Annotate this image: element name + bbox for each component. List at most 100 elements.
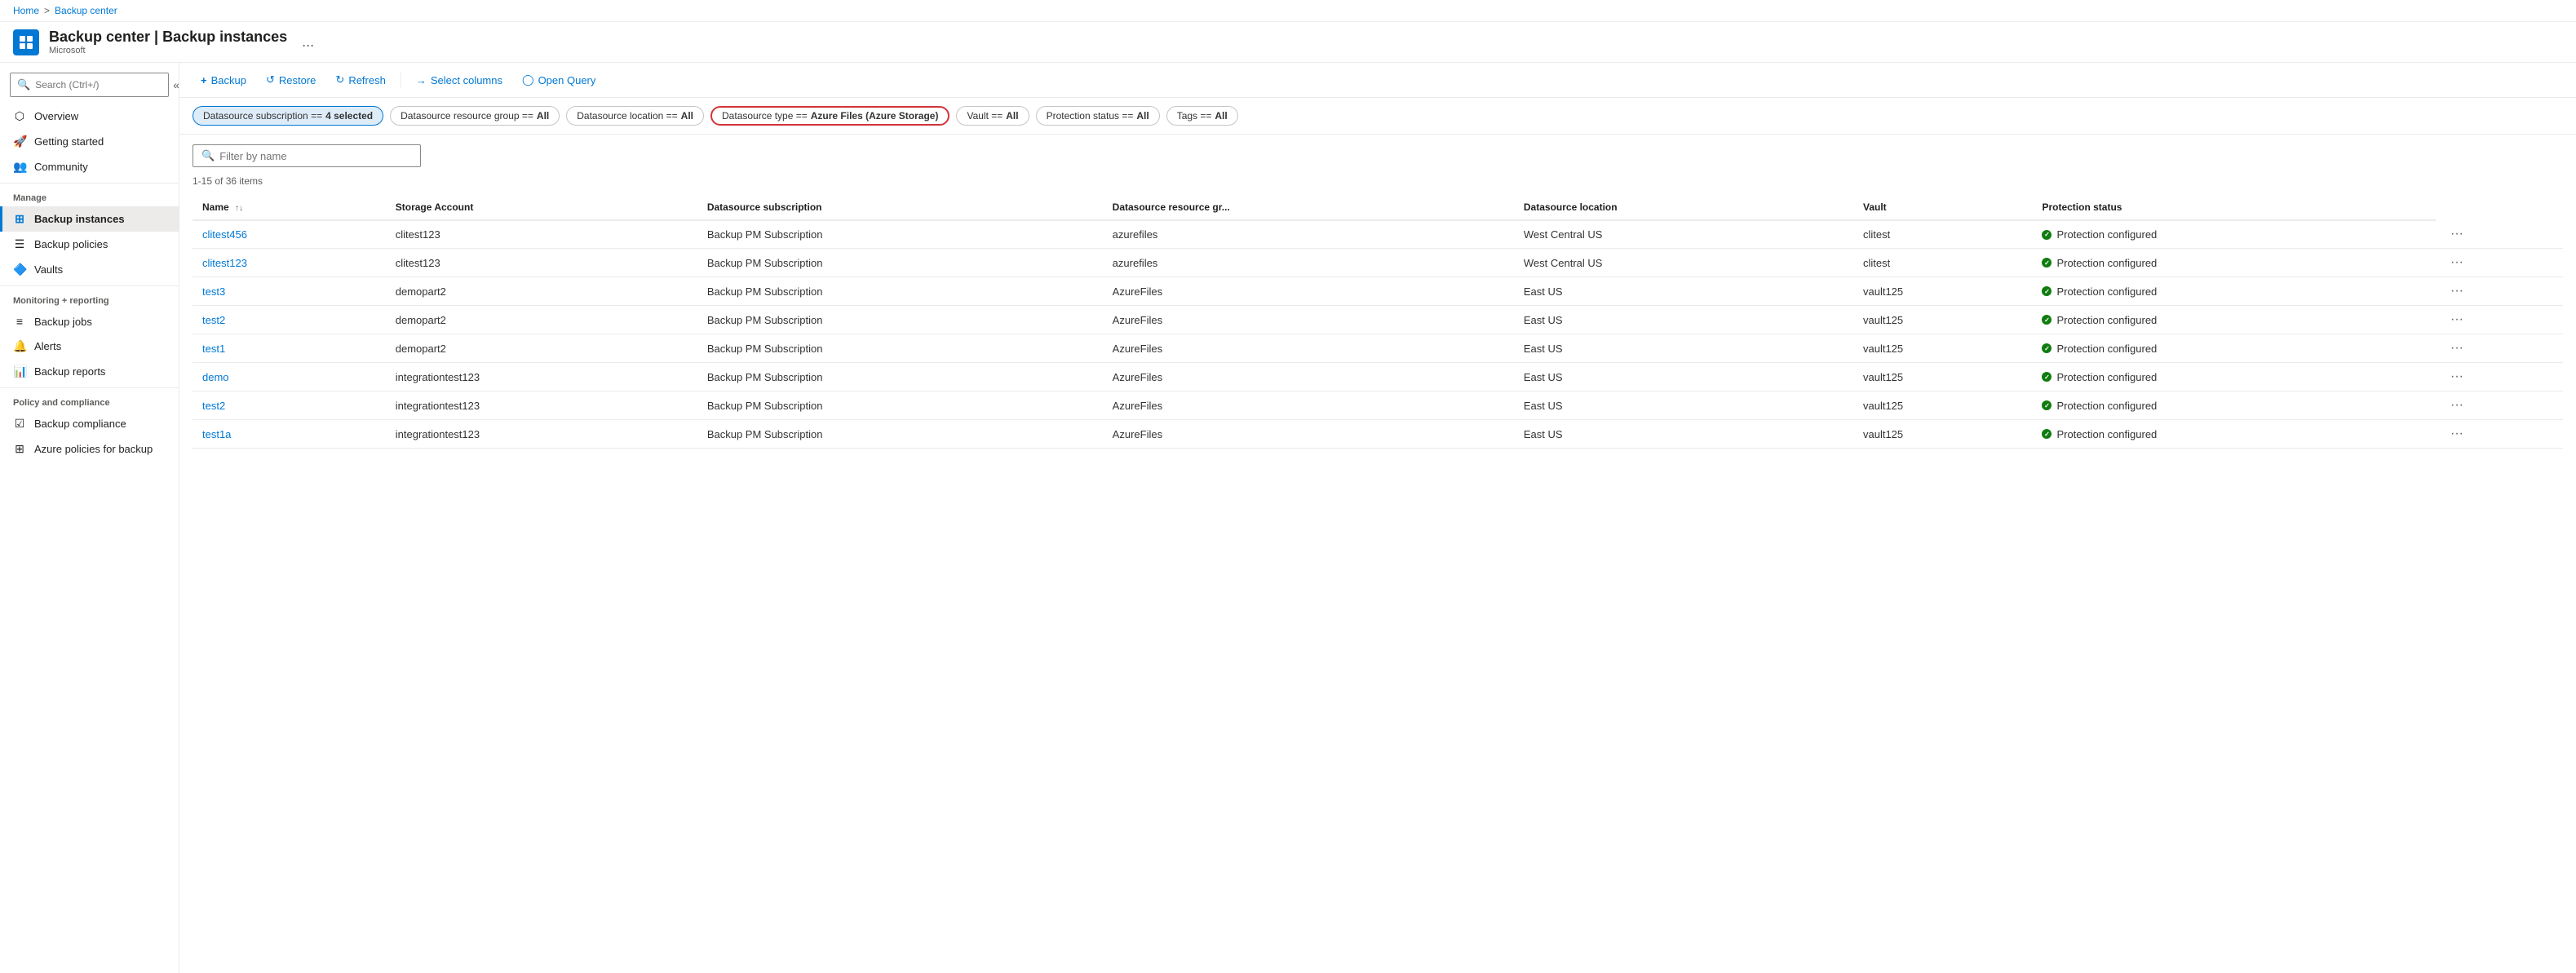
collapse-button[interactable]: « [166, 77, 179, 93]
cell-resource-group: azurefiles [1103, 249, 1514, 277]
sidebar-item-overview[interactable]: ⬡ Overview [0, 104, 179, 129]
select-columns-button[interactable]: → Select columns [408, 70, 511, 91]
backup-instances-icon: ⊞ [13, 212, 26, 226]
status-icon [2042, 315, 2052, 325]
row-actions-cell[interactable]: ··· [2436, 363, 2563, 391]
refresh-button[interactable]: ↻ Refresh [327, 69, 393, 91]
sidebar-item-backup-policies[interactable]: ☰ Backup policies [0, 232, 179, 257]
status-text: Protection configured [2056, 428, 2157, 440]
sidebar-item-vaults[interactable]: 🔷 Vaults [0, 257, 179, 282]
filter-bar: Datasource subscription == 4 selected Da… [179, 98, 2576, 135]
cell-vault: clitest [1853, 249, 2032, 277]
restore-button[interactable]: ↺ Restore [258, 69, 324, 91]
filter-label: Datasource subscription == [203, 110, 322, 122]
cell-subscription: Backup PM Subscription [697, 363, 1103, 391]
cell-name: test2 [193, 391, 386, 420]
col-datasource-resource-group[interactable]: Datasource resource gr... [1103, 195, 1514, 220]
row-more-button[interactable]: ··· [2445, 254, 2468, 271]
cell-vault: vault125 [1853, 277, 2032, 306]
sidebar-item-label: Azure policies for backup [34, 443, 153, 455]
filter-tags[interactable]: Tags == All [1166, 106, 1238, 126]
status-text: Protection configured [2056, 228, 2157, 241]
sidebar-divider-manage [0, 183, 179, 184]
row-more-button[interactable]: ··· [2445, 368, 2468, 385]
sidebar-item-backup-reports[interactable]: 📊 Backup reports [0, 359, 179, 384]
row-actions-cell[interactable]: ··· [2436, 306, 2563, 334]
row-more-button[interactable]: ··· [2445, 225, 2468, 242]
backup-icon: + [201, 74, 207, 86]
breadcrumb-separator: > [44, 5, 50, 16]
row-actions-cell[interactable]: ··· [2436, 277, 2563, 306]
more-options-button[interactable]: ... [297, 32, 319, 52]
getting-started-icon: 🚀 [13, 135, 26, 148]
row-actions-cell[interactable]: ··· [2436, 334, 2563, 363]
status-icon [2042, 230, 2052, 240]
row-actions-cell[interactable]: ··· [2436, 391, 2563, 420]
name-filter-container[interactable]: 🔍 [193, 144, 421, 167]
cell-status: Protection configured [2032, 277, 2436, 306]
cell-storage-account: demopart2 [386, 306, 697, 334]
row-actions-cell[interactable]: ··· [2436, 220, 2563, 249]
cell-vault: vault125 [1853, 391, 2032, 420]
breadcrumb-home[interactable]: Home [13, 5, 39, 16]
backup-button[interactable]: + Backup [193, 70, 255, 91]
row-actions-cell[interactable]: ··· [2436, 420, 2563, 449]
filter-label: Vault == [967, 110, 1003, 122]
cell-status: Protection configured [2032, 363, 2436, 391]
cell-subscription: Backup PM Subscription [697, 420, 1103, 449]
page-subtitle: Microsoft [49, 46, 287, 55]
azure-policies-icon: ⊞ [13, 442, 26, 456]
col-vault[interactable]: Vault [1853, 195, 2032, 220]
sidebar-item-backup-instances[interactable]: ⊞ Backup instances [0, 206, 179, 232]
col-name[interactable]: Name ↑↓ [193, 195, 386, 220]
filter-datasource-location[interactable]: Datasource location == All [566, 106, 704, 126]
sidebar-item-label: Backup instances [34, 213, 125, 225]
search-icon: 🔍 [17, 78, 30, 91]
sidebar-item-backup-compliance[interactable]: ☑ Backup compliance [0, 411, 179, 436]
col-datasource-location[interactable]: Datasource location [1514, 195, 1853, 220]
col-storage-account[interactable]: Storage Account [386, 195, 697, 220]
open-query-button[interactable]: ◯ Open Query [514, 69, 604, 91]
status-icon [2042, 400, 2052, 410]
filter-datasource-resource-group[interactable]: Datasource resource group == All [390, 106, 560, 126]
cell-location: East US [1514, 277, 1853, 306]
sidebar-item-backup-jobs[interactable]: ≡ Backup jobs [0, 309, 179, 334]
open-query-icon: ◯ [522, 73, 534, 86]
sidebar-search-container[interactable]: 🔍 « [10, 73, 169, 97]
sidebar-item-community[interactable]: 👥 Community [0, 154, 179, 179]
cell-vault: vault125 [1853, 363, 2032, 391]
row-more-button[interactable]: ··· [2445, 396, 2468, 414]
sidebar-item-azure-policies[interactable]: ⊞ Azure policies for backup [0, 436, 179, 462]
app-body: 🔍 « ⬡ Overview 🚀 Getting started 👥 Commu… [0, 63, 2576, 973]
filter-datasource-type[interactable]: Datasource type == Azure Files (Azure St… [710, 106, 949, 126]
filter-protection-status[interactable]: Protection status == All [1036, 106, 1160, 126]
status-text: Protection configured [2056, 343, 2157, 355]
row-more-button[interactable]: ··· [2445, 339, 2468, 356]
col-protection-status[interactable]: Protection status [2032, 195, 2436, 220]
cell-location: East US [1514, 420, 1853, 449]
filter-datasource-subscription[interactable]: Datasource subscription == 4 selected [193, 106, 383, 126]
cell-storage-account: integrationtest123 [386, 363, 697, 391]
filter-label: Protection status == [1047, 110, 1134, 122]
row-actions-cell[interactable]: ··· [2436, 249, 2563, 277]
table-row: demo integrationtest123 Backup PM Subscr… [193, 363, 2563, 391]
table-row: test1a integrationtest123 Backup PM Subs… [193, 420, 2563, 449]
sidebar-item-getting-started[interactable]: 🚀 Getting started [0, 129, 179, 154]
alerts-icon: 🔔 [13, 339, 26, 353]
sidebar-item-alerts[interactable]: 🔔 Alerts [0, 334, 179, 359]
col-datasource-subscription[interactable]: Datasource subscription [697, 195, 1103, 220]
filter-label: Datasource location == [577, 110, 677, 122]
filter-vault[interactable]: Vault == All [956, 106, 1029, 126]
row-more-button[interactable]: ··· [2445, 282, 2468, 299]
cell-name: test1a [193, 420, 386, 449]
breadcrumb-current[interactable]: Backup center [55, 5, 117, 16]
search-input[interactable] [35, 79, 162, 91]
row-more-button[interactable]: ··· [2445, 425, 2468, 442]
row-more-button[interactable]: ··· [2445, 311, 2468, 328]
cell-name: test1 [193, 334, 386, 363]
cell-name: test3 [193, 277, 386, 306]
app-icon [13, 29, 39, 55]
cell-subscription: Backup PM Subscription [697, 277, 1103, 306]
name-filter-input[interactable] [219, 150, 412, 162]
cell-location: East US [1514, 391, 1853, 420]
